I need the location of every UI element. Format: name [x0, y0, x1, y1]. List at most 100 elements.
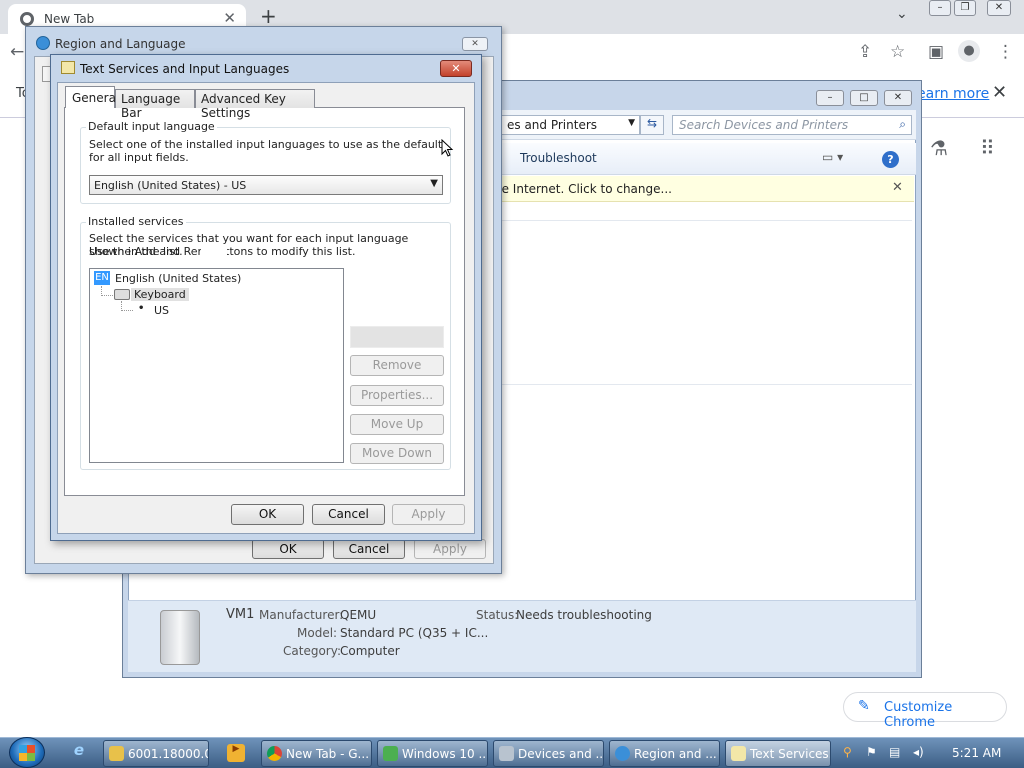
- action-center-icon[interactable]: ⚑: [866, 745, 877, 759]
- tree-node-us[interactable]: US: [154, 304, 169, 317]
- tab-language-bar[interactable]: Language Bar: [115, 89, 195, 120]
- manufacturer-label: Manufacturer:: [259, 608, 344, 622]
- taskbar-item-text-services[interactable]: Text Services...: [725, 740, 831, 767]
- move-up-button[interactable]: Move Up: [350, 414, 444, 435]
- devices-infobar-text: ne Internet. Click to change...: [494, 182, 672, 196]
- address-bar[interactable]: es and Printers ▼: [500, 115, 640, 135]
- region-close-icon[interactable]: ✕: [462, 37, 488, 51]
- taskbar-item-folder[interactable]: 6001.18000.0...: [103, 740, 209, 767]
- language-badge: EN: [94, 271, 110, 285]
- taskbar-item-chrome[interactable]: New Tab - G...: [261, 740, 372, 767]
- search-input[interactable]: Search Devices and Printers ⌕: [672, 115, 912, 135]
- text-services-close-icon[interactable]: ✕: [440, 60, 472, 77]
- restore-icon[interactable]: ❐: [954, 0, 976, 16]
- default-language-value: English (United States) - US: [94, 179, 247, 192]
- side-panel-icon[interactable]: ▣: [928, 42, 944, 62]
- globe-icon: [36, 36, 50, 50]
- folder-icon: [109, 746, 124, 761]
- windows-logo-icon: [19, 745, 35, 761]
- star-icon[interactable]: ☆: [890, 42, 905, 62]
- help-icon[interactable]: ?: [882, 151, 899, 168]
- profile-icon[interactable]: ●: [958, 40, 980, 62]
- tree-node-english[interactable]: English (United States): [115, 272, 241, 285]
- share-icon[interactable]: ⇪: [858, 42, 872, 62]
- infobar-close-icon[interactable]: ✕: [992, 82, 1007, 103]
- back-arrow-icon[interactable]: ←: [10, 42, 24, 62]
- search-tray-icon[interactable]: ⚲: [843, 745, 852, 759]
- new-tab-button[interactable]: +: [260, 4, 277, 28]
- troubleshoot-button[interactable]: Troubleshoot: [520, 151, 597, 165]
- internet-explorer-icon[interactable]: e: [68, 741, 90, 763]
- media-player-icon[interactable]: ▶: [227, 744, 245, 762]
- search-placeholder: Search Devices and Printers: [679, 118, 849, 132]
- devices-minimize-icon[interactable]: –: [816, 90, 844, 106]
- taskbar-item-windows10[interactable]: Windows 10 ...: [377, 740, 488, 767]
- model-label: Model:: [297, 626, 338, 640]
- customize-chrome-button[interactable]: ✎ Customize Chrome: [843, 692, 1007, 730]
- globe-icon: [615, 746, 630, 761]
- category-label: Category:: [283, 644, 341, 658]
- refresh-icon[interactable]: ⇆: [640, 115, 664, 135]
- taskbar-item-label: Region and ...: [634, 747, 717, 761]
- properties-button[interactable]: Properties...: [350, 385, 444, 406]
- tree-node-keyboard[interactable]: Keyboard: [131, 288, 189, 301]
- manufacturer-value: QEMU: [340, 608, 377, 622]
- devices-infobar-close-icon[interactable]: ✕: [892, 180, 903, 195]
- devices-maximize-icon[interactable]: □: [850, 90, 878, 106]
- devices-infobar[interactable]: ne Internet. Click to change...: [494, 176, 914, 202]
- model-value: Standard PC (Q35 + IC...: [340, 626, 489, 640]
- remove-button[interactable]: Remove: [350, 355, 444, 376]
- close-icon[interactable]: ✕: [987, 0, 1011, 16]
- taskbar-item-label: New Tab - G...: [286, 747, 370, 761]
- region-apply-button[interactable]: Apply: [414, 539, 486, 559]
- keyboard-dialog-icon: [61, 61, 75, 74]
- volume-icon[interactable]: ◂): [913, 745, 924, 759]
- taskbar-item-label: Devices and ...: [518, 747, 604, 761]
- tab-title: New Tab: [44, 12, 95, 26]
- tab-close-icon[interactable]: ✕: [223, 9, 236, 27]
- customize-chrome-label: Customize Chrome: [884, 700, 953, 730]
- ok-button[interactable]: OK: [231, 504, 304, 525]
- default-language-select[interactable]: English (United States) - US ▼: [89, 175, 443, 195]
- minimize-icon[interactable]: –: [929, 0, 951, 16]
- devices-close-icon[interactable]: ✕: [884, 90, 912, 106]
- region-cancel-button[interactable]: Cancel: [333, 539, 405, 559]
- mouse-cursor-icon: [441, 139, 454, 157]
- region-ok-button[interactable]: OK: [252, 539, 324, 559]
- taskbar-item-devices[interactable]: Devices and ...: [493, 740, 604, 767]
- tooltip-occlusion: [201, 244, 227, 266]
- learn-more-link[interactable]: earn more: [917, 86, 989, 102]
- menu-icon[interactable]: ⋮: [997, 42, 1014, 62]
- apps-grid-icon[interactable]: ⠿: [980, 136, 995, 160]
- printer-icon: [499, 746, 514, 761]
- address-path: es and Printers: [507, 118, 598, 132]
- tab-advanced-key-settings[interactable]: Advanced Key Settings: [195, 89, 315, 120]
- clock[interactable]: 5:21 AM: [952, 746, 1001, 760]
- network-icon[interactable]: ▤: [889, 745, 900, 759]
- tab-general[interactable]: General: [65, 86, 119, 108]
- move-down-button[interactable]: Move Down: [350, 443, 444, 464]
- apply-button[interactable]: Apply: [392, 504, 465, 525]
- divider: [494, 220, 912, 221]
- divider: [494, 384, 912, 385]
- tab-search-icon[interactable]: ⌄: [896, 6, 908, 22]
- default-language-heading: Default input language: [86, 120, 217, 133]
- chevron-down-icon: ▼: [430, 178, 438, 189]
- tree-line: [101, 295, 113, 296]
- category-value: Computer: [340, 644, 400, 658]
- address-dropdown-icon[interactable]: ▼: [628, 118, 635, 128]
- taskbar-item-label: Windows 10 ...: [402, 747, 488, 761]
- taskbar-item-label: Text Services...: [750, 747, 830, 761]
- start-button[interactable]: [9, 737, 45, 768]
- status-value: Needs troubleshooting: [516, 608, 652, 622]
- computer-icon: [160, 610, 200, 665]
- labs-icon[interactable]: ⚗: [930, 136, 948, 160]
- cancel-button[interactable]: Cancel: [312, 504, 385, 525]
- search-icon[interactable]: ⌕: [899, 117, 906, 132]
- region-window-title: Region and Language: [55, 37, 186, 51]
- view-options-icon[interactable]: ▭ ▾: [822, 150, 843, 164]
- bullet-icon: •: [138, 303, 145, 314]
- taskbar-item-region[interactable]: Region and ...: [609, 740, 720, 767]
- keyboard-icon: [114, 289, 130, 300]
- taskbar-item-label: 6001.18000.0...: [128, 747, 208, 761]
